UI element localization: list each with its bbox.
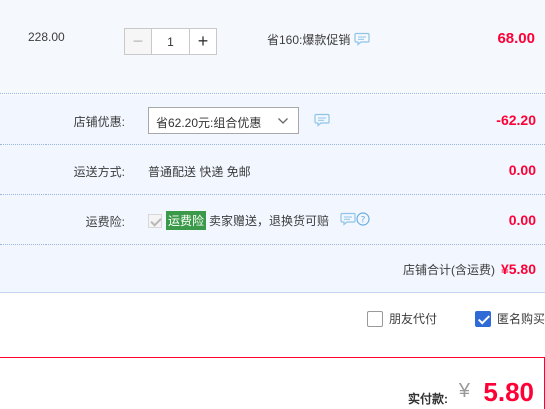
- currency-symbol: ¥: [458, 380, 470, 402]
- item-total-price: 68.00: [497, 30, 535, 47]
- chevron-down-icon: [277, 115, 289, 130]
- insurance-fee: 0.00: [508, 212, 536, 228]
- friend-pay-checkbox[interactable]: [367, 310, 383, 327]
- actual-payment-amount: 5.80: [483, 377, 534, 407]
- order-confirm-page: 228.00 − + 省160:爆款促销 68.00 店铺优惠: 省62.20元…: [0, 0, 545, 409]
- promo-text: 省160:爆款促销: [267, 33, 351, 47]
- increase-quantity-button[interactable]: +: [189, 28, 217, 55]
- shop-discount-select[interactable]: 省62.20元:组合优惠: [148, 107, 299, 134]
- insurance-text: 卖家赠送，退换货可赔: [209, 214, 330, 228]
- unit-price: 228.00: [28, 30, 65, 44]
- shipping-method: 普通配送 快递 免邮: [148, 165, 251, 179]
- friend-pay-label: 朋友代付: [389, 312, 438, 326]
- shop-discount-selected: 省62.20元:组合优惠: [156, 116, 262, 130]
- actual-payment-label: 实付款:: [408, 392, 448, 406]
- anonymous-buy-option[interactable]: 匿名购买: [475, 310, 545, 327]
- svg-text:?: ?: [361, 216, 366, 226]
- shipping-fee: 0.00: [508, 162, 536, 178]
- shop-discount-value: -62.20: [496, 112, 536, 128]
- insurance-label: 运费险:: [85, 215, 125, 229]
- shop-discount-label: 店铺优惠:: [73, 115, 125, 129]
- shop-discount-row: 店铺优惠: 省62.20元:组合优惠 -62.20: [46, 95, 545, 145]
- shop-total-amount: ¥5.80: [500, 261, 536, 277]
- anonymous-buy-checkbox[interactable]: [475, 310, 491, 327]
- message-icon[interactable]: [314, 113, 330, 130]
- message-icon[interactable]: [354, 32, 370, 49]
- shop-summary-panel: 店铺优惠: 省62.20元:组合优惠 -62.20 运送方式: 普通配送 快递 …: [0, 95, 545, 293]
- insurance-row: 运费险: 运费险 卖家赠送，退换货可赔 ? 0.00: [46, 195, 545, 245]
- message-icon[interactable]: [340, 212, 356, 229]
- quantity-stepper: − +: [124, 28, 217, 55]
- promo-info: 省160:爆款促销: [267, 31, 370, 49]
- payment-summary: 实付款: ¥ 5.80: [0, 357, 545, 409]
- order-item-row: 228.00 − + 省160:爆款促销 68.00: [0, 0, 545, 94]
- insurance-tag: 运费险: [166, 211, 207, 230]
- anonymous-buy-label: 匿名购买: [497, 312, 545, 326]
- help-icon[interactable]: ?: [356, 212, 370, 229]
- decrease-quantity-button[interactable]: −: [124, 28, 152, 55]
- shipping-row: 运送方式: 普通配送 快递 免邮 0.00: [46, 145, 545, 195]
- shipping-label: 运送方式:: [73, 165, 125, 179]
- insurance-checkbox: [148, 213, 162, 228]
- shop-total-label: 店铺合计(含运费): [402, 263, 495, 277]
- insurance-info: 运费险 卖家赠送，退换货可赔 ?: [148, 211, 370, 230]
- shop-total: 店铺合计(含运费) ¥5.80: [403, 261, 536, 278]
- quantity-input[interactable]: [152, 28, 189, 55]
- panel-left-strip: [0, 95, 46, 245]
- friend-pay-option[interactable]: 朋友代付: [367, 310, 437, 327]
